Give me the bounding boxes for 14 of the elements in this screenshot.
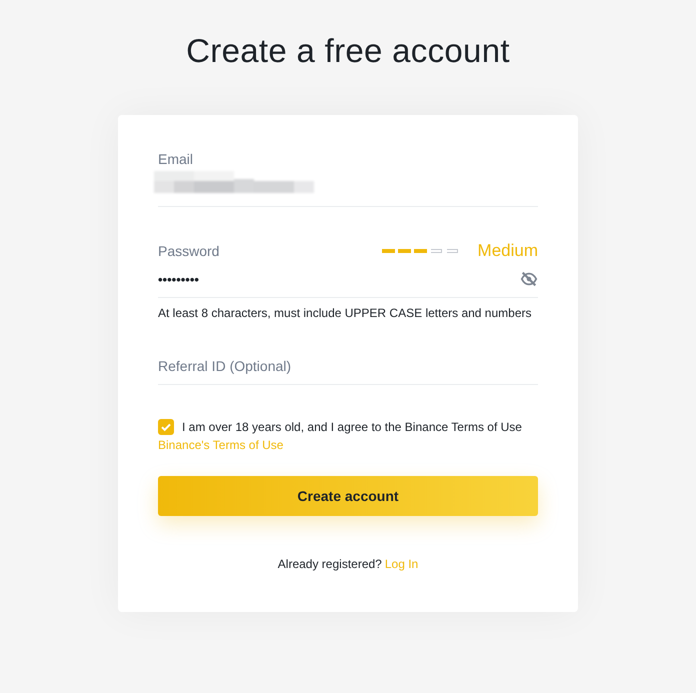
password-hint: At least 8 characters, must include UPPER CASE letters and numbers xyxy=(158,306,532,320)
page-title: Create a free account xyxy=(186,32,510,70)
password-label: Password xyxy=(158,243,220,259)
create-account-button[interactable]: Create account xyxy=(158,476,538,516)
strength-label: Medium xyxy=(478,241,538,261)
email-field[interactable]: Email xyxy=(158,151,538,207)
agree-checkbox[interactable] xyxy=(158,419,174,435)
eye-slash-icon[interactable] xyxy=(520,270,538,288)
referral-input[interactable]: Referral ID (Optional) xyxy=(158,358,538,384)
password-field[interactable]: ••••••••• xyxy=(158,261,538,298)
agreement-text: I am over 18 years old, and I agree to the Binance Terms of Use xyxy=(182,420,522,434)
footer-text: Already registered? xyxy=(278,557,382,571)
email-label: Email xyxy=(158,151,194,167)
password-value: ••••••••• xyxy=(158,272,199,286)
